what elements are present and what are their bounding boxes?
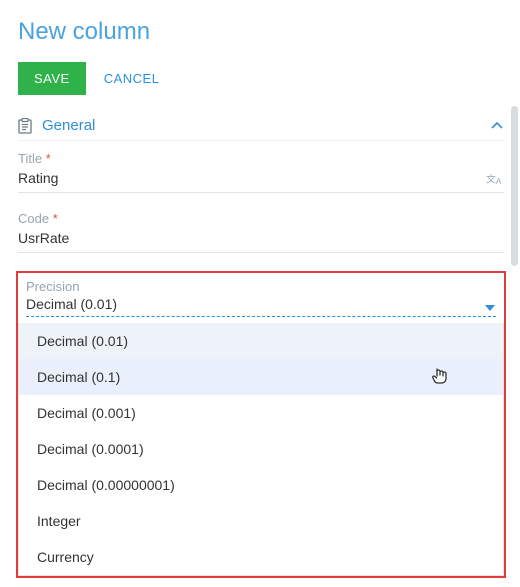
precision-option[interactable]: Decimal (0.00000001)	[19, 467, 503, 503]
precision-option[interactable]: Decimal (0.1)	[19, 359, 503, 395]
precision-dropdown: Decimal (0.01)Decimal (0.1)Decimal (0.00…	[18, 323, 504, 576]
required-asterisk: *	[46, 151, 51, 166]
action-bar: SAVE CANCEL	[18, 62, 504, 95]
page-title: New column	[18, 18, 504, 46]
scrollbar[interactable]	[511, 106, 518, 266]
section-title: General	[42, 117, 95, 134]
section-header-general[interactable]: General	[18, 117, 504, 141]
section-header-left: General	[18, 117, 95, 134]
precision-option[interactable]: Decimal (0.01)	[19, 323, 503, 359]
field-label-title: Title *	[18, 151, 504, 166]
cancel-button[interactable]: CANCEL	[104, 71, 160, 86]
chevron-up-icon[interactable]	[490, 121, 504, 131]
field-label-code-text: Code	[18, 211, 49, 226]
precision-option[interactable]: Integer	[19, 503, 503, 539]
code-input[interactable]	[18, 230, 504, 246]
precision-select-value: Decimal (0.01)	[26, 296, 484, 312]
required-asterisk: *	[53, 211, 58, 226]
caret-down-icon	[484, 304, 496, 312]
field-label-precision: Precision	[26, 279, 496, 294]
precision-option[interactable]: Currency	[19, 539, 503, 575]
svg-text:文: 文	[486, 172, 496, 185]
svg-text:A: A	[496, 177, 502, 186]
field-precision: Precision Decimal (0.01)	[18, 279, 504, 317]
field-label-title-text: Title	[18, 151, 42, 166]
field-title: Title * 文A	[18, 151, 504, 193]
precision-option[interactable]: Decimal (0.0001)	[19, 431, 503, 467]
precision-highlight: Precision Decimal (0.01) Decimal (0.01)D…	[16, 271, 506, 578]
form-icon	[18, 118, 32, 134]
field-code-row	[18, 226, 504, 253]
title-input[interactable]	[18, 170, 486, 186]
field-title-row: 文A	[18, 166, 504, 193]
precision-select[interactable]: Decimal (0.01)	[26, 294, 496, 317]
field-label-code: Code *	[18, 211, 504, 226]
precision-option[interactable]: Decimal (0.001)	[19, 395, 503, 431]
field-code: Code *	[18, 211, 504, 253]
pointer-cursor-icon	[431, 367, 449, 387]
translate-icon[interactable]: 文A	[486, 172, 504, 186]
save-button[interactable]: SAVE	[18, 62, 86, 95]
page: New column SAVE CANCEL General Title * 文…	[0, 0, 520, 587]
